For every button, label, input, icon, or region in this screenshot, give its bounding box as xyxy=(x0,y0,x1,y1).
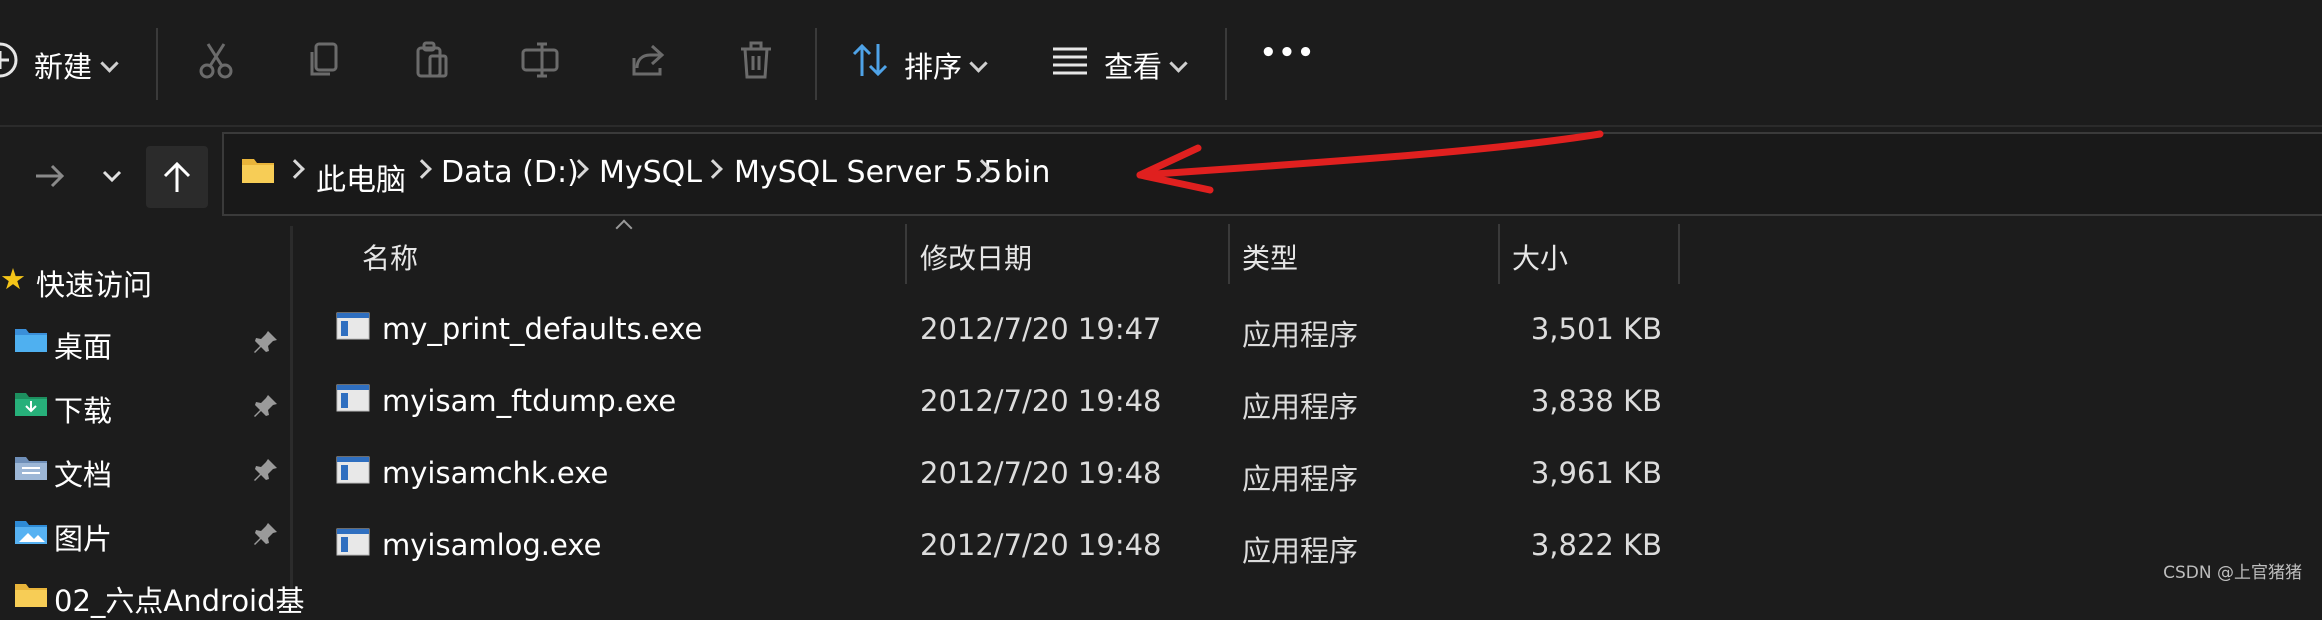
quick-access-item[interactable]: 快速访问 xyxy=(36,262,152,304)
share-icon[interactable] xyxy=(626,38,670,82)
file-size: 3,822 KB xyxy=(1530,528,1662,562)
up-arrow-icon[interactable] xyxy=(146,146,208,208)
pictures-folder-icon xyxy=(15,521,47,544)
rename-icon[interactable] xyxy=(518,38,562,82)
cut-icon[interactable] xyxy=(194,38,238,82)
breadcrumb-mysql[interactable]: MySQL xyxy=(599,155,702,190)
file-modified: 2012/7/20 19:48 xyxy=(920,528,1162,562)
new-plus-icon[interactable] xyxy=(0,38,22,82)
file-modified: 2012/7/20 19:48 xyxy=(920,456,1162,490)
documents-folder-icon xyxy=(15,457,47,480)
file-modified: 2012/7/20 19:48 xyxy=(920,384,1162,418)
watermark: CSDN @上官猪猪 xyxy=(2163,563,2302,583)
exe-file-icon xyxy=(336,528,370,556)
sort-button[interactable]: 排序 xyxy=(904,44,962,86)
column-header-size[interactable]: 大小 xyxy=(1512,237,1568,277)
downloads-folder-icon xyxy=(15,393,47,416)
new-button[interactable]: 新建 xyxy=(34,44,92,86)
command-bar: 新建 排序 查看 ••• xyxy=(0,0,2322,125)
sidebar-item-downloads[interactable]: 下载 xyxy=(54,388,112,430)
column-header-type[interactable]: 类型 xyxy=(1242,237,1298,277)
pin-icon[interactable] xyxy=(252,328,280,356)
sidebar-item-folder[interactable]: 02_六点Android基 xyxy=(54,578,305,620)
more-options-button[interactable]: ••• xyxy=(1260,38,1316,68)
sidebar-item-pictures[interactable]: 图片 xyxy=(54,516,112,558)
view-list-icon[interactable] xyxy=(1048,38,1092,82)
file-name[interactable]: myisamchk.exe xyxy=(382,456,608,490)
folder-icon xyxy=(240,155,276,185)
file-name[interactable]: myisam_ftdump.exe xyxy=(382,384,676,418)
delete-icon[interactable] xyxy=(734,38,778,82)
exe-file-icon xyxy=(336,312,370,340)
annotation-arrow xyxy=(1136,130,1604,194)
pin-icon[interactable] xyxy=(252,520,280,548)
exe-file-icon xyxy=(336,384,370,412)
file-size: 3,501 KB xyxy=(1530,312,1662,346)
breadcrumb-mysql-server[interactable]: MySQL Server 5.5 xyxy=(734,155,1002,190)
view-button[interactable]: 查看 xyxy=(1104,44,1162,86)
copy-icon[interactable] xyxy=(302,38,346,82)
file-type: 应用程序 xyxy=(1242,462,1359,496)
new-chevron-down-icon[interactable] xyxy=(100,54,119,73)
file-size: 3,961 KB xyxy=(1530,456,1662,490)
column-header-name[interactable]: 名称 xyxy=(362,237,418,277)
file-type: 应用程序 xyxy=(1242,390,1359,424)
file-type: 应用程序 xyxy=(1242,534,1359,568)
sort-chevron-down-icon[interactable] xyxy=(969,54,988,73)
folder-icon xyxy=(15,584,47,607)
view-chevron-down-icon[interactable] xyxy=(1169,54,1188,73)
sort-icon[interactable] xyxy=(848,38,892,82)
breadcrumb-bin[interactable]: bin xyxy=(1004,155,1050,190)
file-type: 应用程序 xyxy=(1242,318,1359,352)
exe-file-icon xyxy=(336,456,370,484)
pin-icon[interactable] xyxy=(252,392,280,420)
column-header-modified[interactable]: 修改日期 xyxy=(920,237,1032,277)
forward-arrow-icon[interactable] xyxy=(30,156,70,196)
breadcrumb-this-pc[interactable]: 此电脑 xyxy=(316,155,406,199)
recent-locations-chevron-icon[interactable] xyxy=(96,160,128,192)
sidebar-item-documents[interactable]: 文档 xyxy=(54,452,112,494)
desktop-folder-icon xyxy=(15,329,47,352)
sidebar-item-desktop[interactable]: 桌面 xyxy=(54,324,112,366)
star-icon: ★ xyxy=(0,262,26,296)
paste-icon[interactable] xyxy=(410,38,454,82)
file-name[interactable]: my_print_defaults.exe xyxy=(382,312,702,346)
file-name[interactable]: myisamlog.exe xyxy=(382,528,601,562)
file-size: 3,838 KB xyxy=(1530,384,1662,418)
pin-icon[interactable] xyxy=(252,456,280,484)
file-modified: 2012/7/20 19:47 xyxy=(920,312,1162,346)
breadcrumb-data-drive[interactable]: Data (D:) xyxy=(441,155,579,190)
